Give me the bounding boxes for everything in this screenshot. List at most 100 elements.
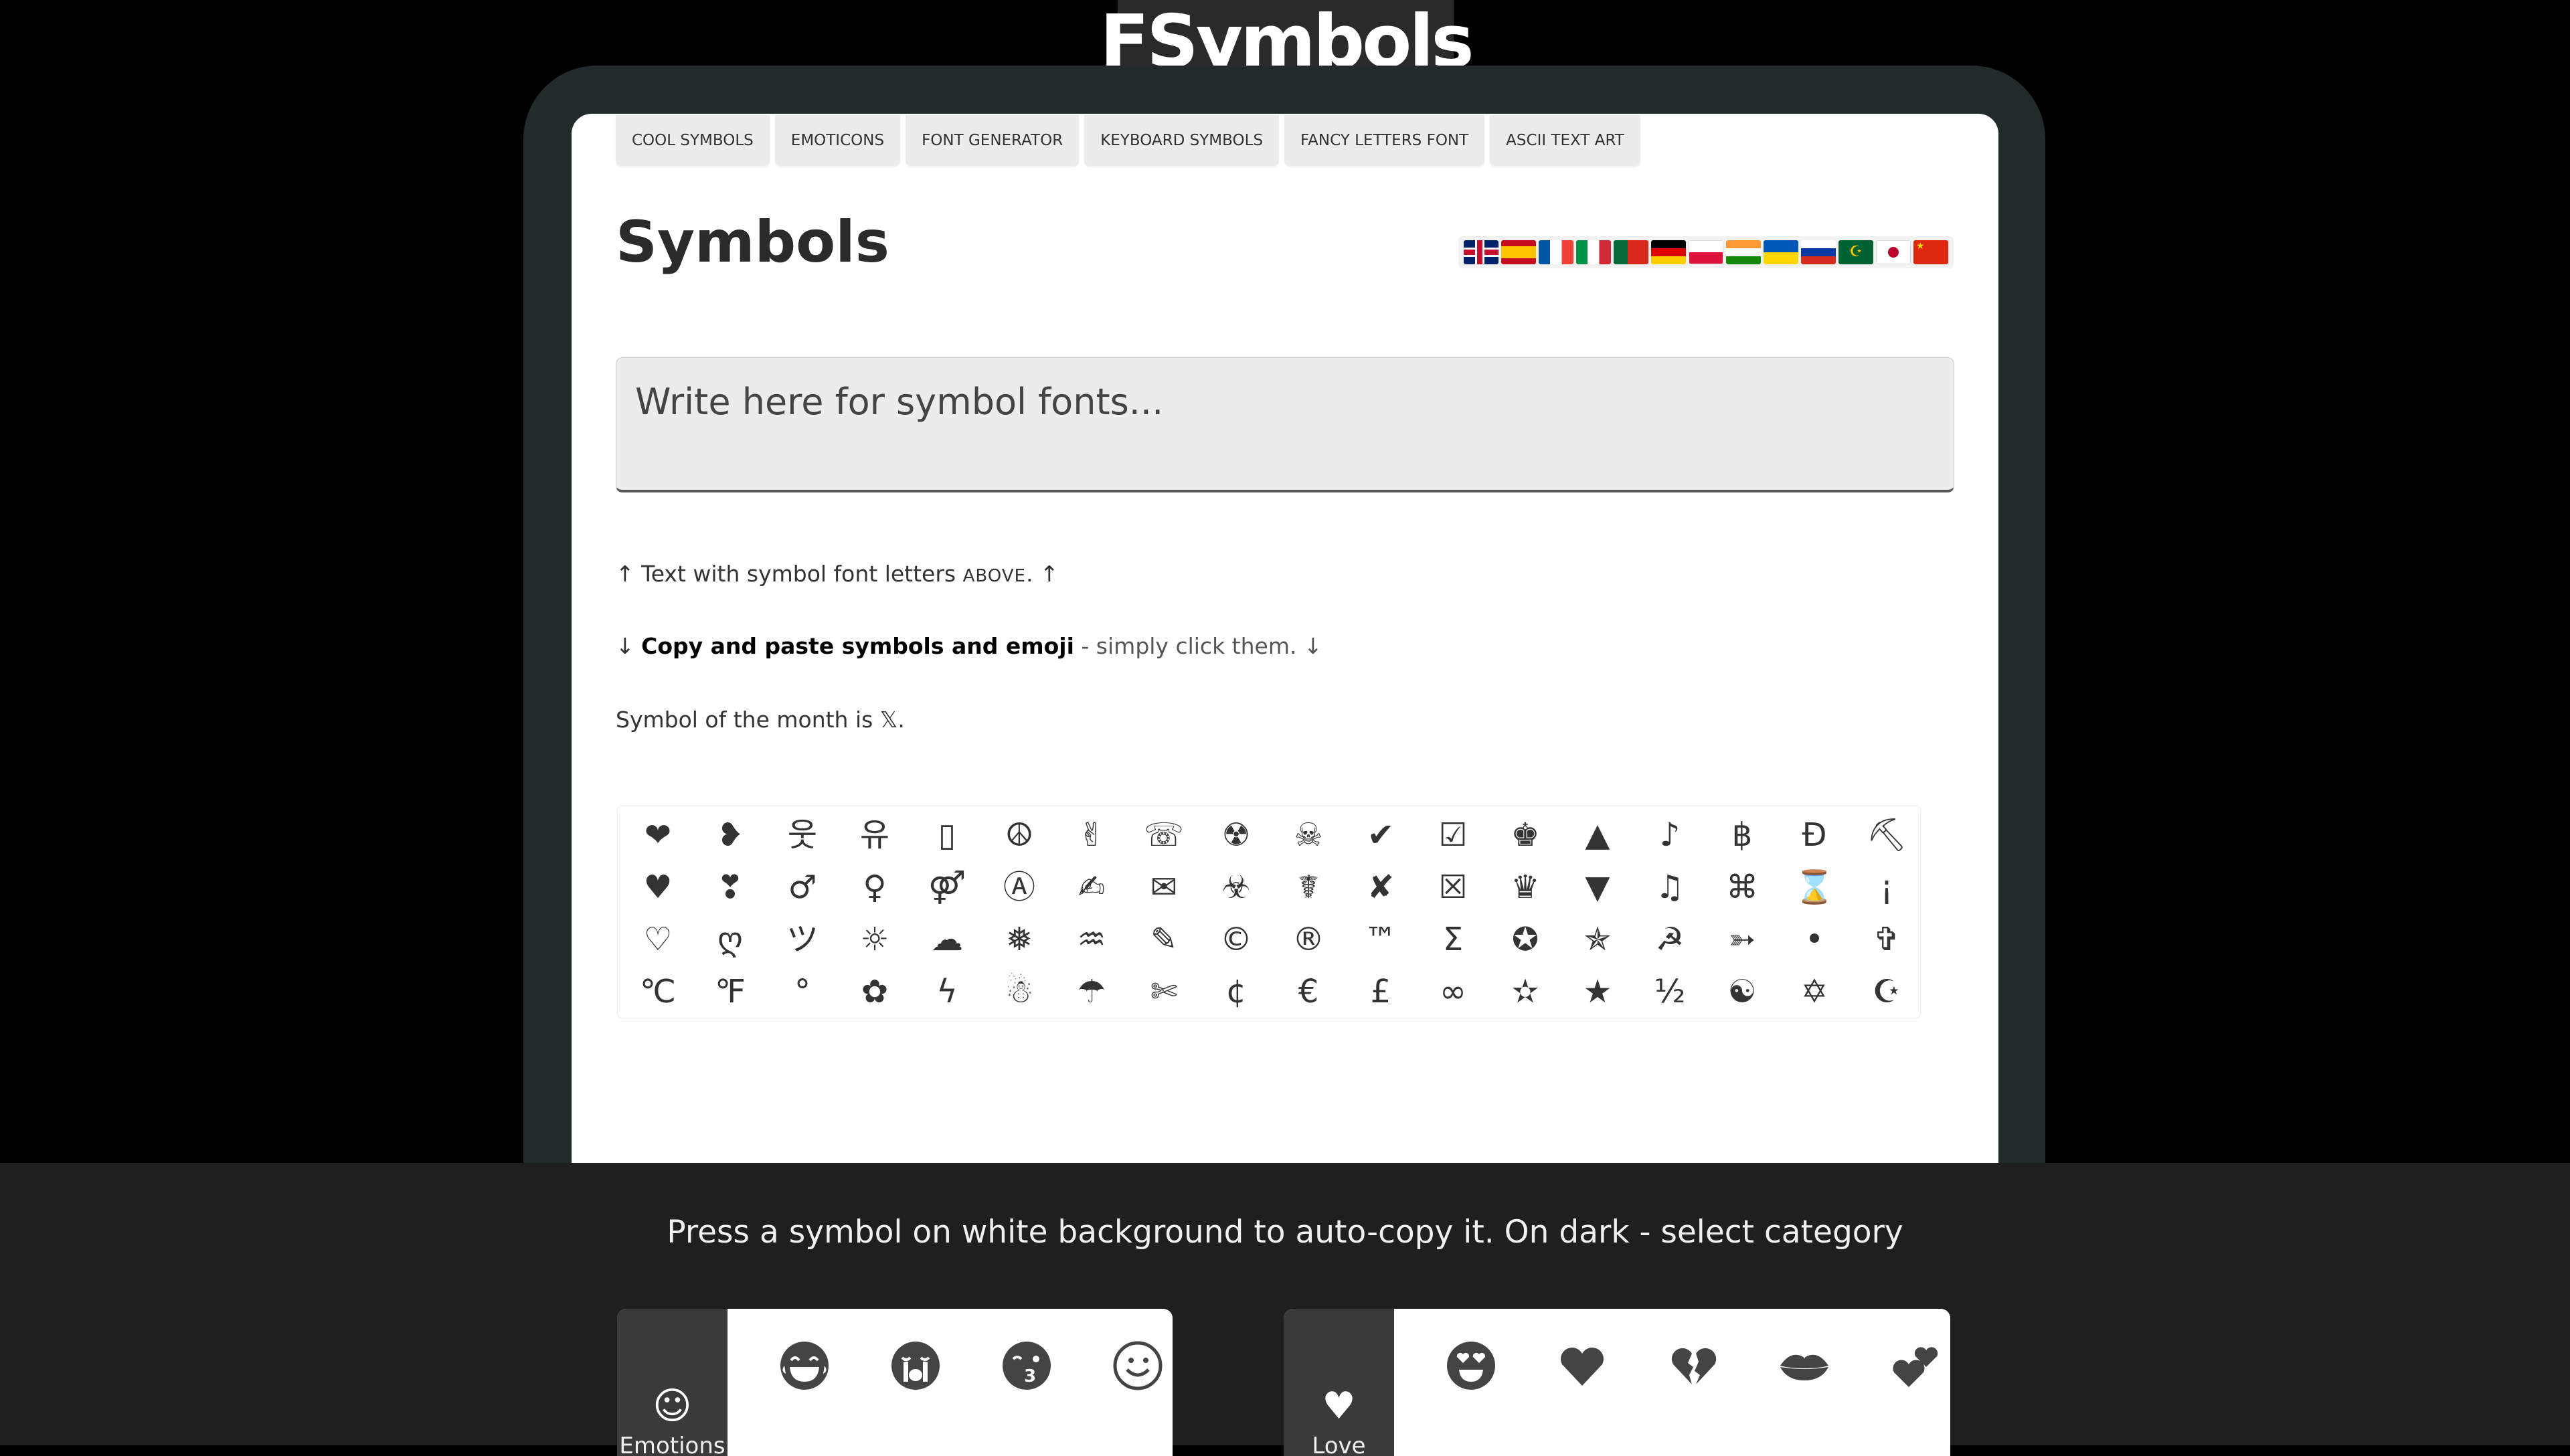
symbol-cell[interactable]: Ɖ: [1778, 809, 1851, 861]
broken-heart-icon[interactable]: [1638, 1309, 1749, 1423]
nav-tab-cool-symbols[interactable]: COOL SYMBOLS: [616, 115, 770, 166]
symbol-cell[interactable]: ℉: [694, 966, 766, 1018]
italian-flag-icon[interactable]: [1576, 240, 1611, 264]
symbol-cell[interactable]: ฿: [1706, 809, 1778, 861]
symbol-cell[interactable]: ♫: [1634, 861, 1706, 913]
symbol-cell[interactable]: ⌘: [1706, 861, 1778, 913]
kissing-wink-face-icon[interactable]: 3: [971, 1309, 1082, 1423]
symbol-cell[interactable]: ✪: [1489, 913, 1561, 966]
symbol-cell[interactable]: ♛: [1489, 861, 1561, 913]
symbol-cell[interactable]: ⌛: [1778, 861, 1851, 913]
symbol-cell[interactable]: ▲: [1561, 809, 1634, 861]
russian-flag-icon[interactable]: [1801, 240, 1836, 264]
symbol-cell[interactable]: ☂: [1055, 966, 1128, 1018]
symbol-cell[interactable]: ℃: [622, 966, 694, 1018]
symbol-cell[interactable]: ツ: [766, 913, 839, 966]
symbol-cell[interactable]: ♥: [622, 861, 694, 913]
symbol-cell[interactable]: ¢: [1200, 966, 1272, 1018]
symbol-cell[interactable]: ♒: [1055, 913, 1128, 966]
spanish-flag-icon[interactable]: [1501, 240, 1536, 264]
symbol-cell[interactable]: ☑: [1417, 809, 1489, 861]
symbol-cell[interactable]: ✘: [1345, 861, 1417, 913]
symbol-cell[interactable]: ☼: [839, 913, 911, 966]
symbol-cell[interactable]: ❥: [694, 809, 766, 861]
laughing-tears-face-icon[interactable]: [749, 1309, 860, 1423]
symbol-cell[interactable]: ✞: [1851, 913, 1923, 966]
symbol-cell[interactable]: ©: [1200, 913, 1272, 966]
symbol-cell[interactable]: Σ: [1417, 913, 1489, 966]
symbol-cell[interactable]: ✄: [1128, 966, 1200, 1018]
symbol-cell[interactable]: €: [1272, 966, 1345, 1018]
nav-tab-keyboard-symbols[interactable]: KEYBOARD SYMBOLS: [1084, 115, 1280, 166]
symbol-cell[interactable]: ☤: [1272, 861, 1345, 913]
symbol-cell[interactable]: ▯: [911, 809, 983, 861]
symbol-cell[interactable]: ♂: [766, 861, 839, 913]
symbol-cell[interactable]: ™: [1345, 913, 1417, 966]
chinese-flag-icon[interactable]: ★: [1913, 240, 1948, 264]
nav-tab-ascii-text-art[interactable]: ASCII TEXT ART: [1490, 115, 1640, 166]
polish-flag-icon[interactable]: [1689, 240, 1723, 264]
english-flag-icon[interactable]: [1464, 240, 1498, 264]
symbol-cell[interactable]: 유: [839, 809, 911, 861]
ukrainian-flag-icon[interactable]: [1764, 240, 1798, 264]
portuguese-flag-icon[interactable]: [1614, 240, 1648, 264]
symbol-cell[interactable]: ☏: [1128, 809, 1200, 861]
symbol-cell[interactable]: ☣: [1200, 861, 1272, 913]
symbol-cell[interactable]: ✿: [839, 966, 911, 1018]
symbol-cell[interactable]: ✌: [1055, 809, 1128, 861]
symbol-cell[interactable]: ▼: [1561, 861, 1634, 913]
symbol-cell[interactable]: ☢: [1200, 809, 1272, 861]
symbol-cell[interactable]: ☮: [983, 809, 1055, 861]
symbol-cell[interactable]: ϟ: [911, 966, 983, 1018]
symbol-cell[interactable]: £: [1345, 966, 1417, 1018]
smiling-face-icon[interactable]: [1082, 1309, 1173, 1423]
symbol-cell[interactable]: ⛏: [1851, 809, 1923, 861]
two-hearts-icon[interactable]: [1860, 1309, 1950, 1423]
symbol-cell[interactable]: ☪: [1851, 966, 1923, 1018]
symbol-cell[interactable]: ✡: [1778, 966, 1851, 1018]
symbol-cell[interactable]: Ⓐ: [983, 861, 1055, 913]
symbol-cell[interactable]: ☯: [1706, 966, 1778, 1018]
symbol-cell[interactable]: ☭: [1634, 913, 1706, 966]
nav-tab-font-generator[interactable]: FONT GENERATOR: [906, 115, 1080, 166]
french-flag-icon[interactable]: [1539, 240, 1573, 264]
symbol-cell[interactable]: ❅: [983, 913, 1055, 966]
symbol-cell[interactable]: ☁: [911, 913, 983, 966]
symbol-cell[interactable]: ♚: [1489, 809, 1561, 861]
symbol-cell[interactable]: ☃: [983, 966, 1055, 1018]
symbol-cell[interactable]: ✫: [1489, 966, 1561, 1018]
symbol-cell[interactable]: ❣: [694, 861, 766, 913]
symbol-cell[interactable]: •: [1778, 913, 1851, 966]
symbol-cell[interactable]: ღ: [694, 913, 766, 966]
german-flag-icon[interactable]: [1651, 240, 1686, 264]
symbol-cell[interactable]: ✍: [1055, 861, 1128, 913]
symbol-cell[interactable]: ®: [1272, 913, 1345, 966]
nav-tab-emoticons[interactable]: EMOTICONS: [774, 115, 901, 166]
symbol-cell[interactable]: ✔: [1345, 809, 1417, 861]
symbol-cell[interactable]: ½: [1634, 966, 1706, 1018]
symbol-cell[interactable]: ¡: [1851, 861, 1923, 913]
symbol-cell[interactable]: ☠: [1272, 809, 1345, 861]
symbol-cell[interactable]: ∞: [1417, 966, 1489, 1018]
symbol-cell[interactable]: ⚤: [911, 861, 983, 913]
symbol-cell[interactable]: ✉: [1128, 861, 1200, 913]
indian-flag-icon[interactable]: [1726, 240, 1761, 264]
category-tab-love[interactable]: ♥ Love: [1284, 1309, 1394, 1456]
nav-tab-fancy-letters-font[interactable]: FANCY LETTERS FONT: [1284, 115, 1485, 166]
symbol-cell[interactable]: ♡: [622, 913, 694, 966]
heart-eyes-face-icon[interactable]: [1416, 1309, 1527, 1423]
mauritanian-flag-icon[interactable]: ☪: [1838, 240, 1873, 264]
crying-loudly-face-icon[interactable]: [860, 1309, 971, 1423]
symbol-cell[interactable]: ➳: [1706, 913, 1778, 966]
symbol-cell[interactable]: °: [766, 966, 839, 1018]
symbol-cell[interactable]: 웃: [766, 809, 839, 861]
kiss-lips-icon[interactable]: [1749, 1309, 1860, 1423]
symbol-cell[interactable]: ✎: [1128, 913, 1200, 966]
japanese-flag-icon[interactable]: [1876, 240, 1911, 264]
symbol-cell[interactable]: ♀: [839, 861, 911, 913]
symbol-font-input[interactable]: [616, 357, 1954, 492]
symbol-cell[interactable]: ★: [1561, 966, 1634, 1018]
symbol-cell[interactable]: ♪: [1634, 809, 1706, 861]
symbol-cell[interactable]: ❤: [622, 809, 694, 861]
symbol-cell[interactable]: ☒: [1417, 861, 1489, 913]
